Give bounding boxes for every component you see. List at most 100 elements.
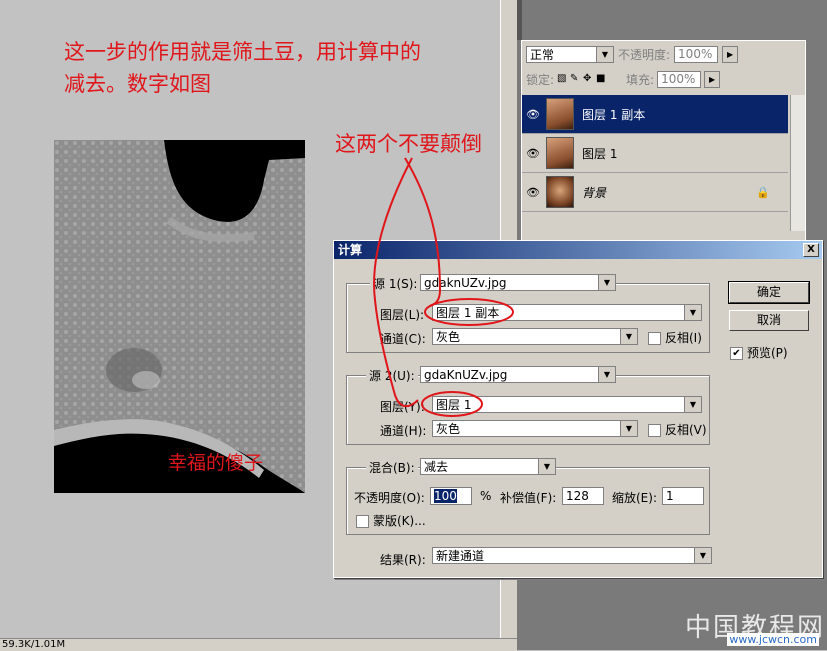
source2-layer-value: 图层 1 — [436, 398, 472, 412]
source1-layer-value: 图层 1 副本 — [436, 306, 500, 320]
layers-scrollbar[interactable] — [790, 95, 805, 231]
opacity-label: 不透明度: — [618, 47, 671, 62]
lock-pixels-icon[interactable]: ✎ — [570, 74, 580, 84]
blend-label: 混合(B): — [366, 459, 418, 476]
layer-name: 图层 1 — [582, 146, 618, 161]
scale-label: 缩放(E): — [612, 491, 657, 505]
instruction-line-2: 减去。数字如图 — [64, 72, 211, 96]
result-label: 结果(R): — [380, 553, 426, 567]
fill-label: 填充: — [626, 72, 655, 87]
layer-thumbnail — [546, 137, 574, 169]
status-bar: 59.3K/1.01M — [0, 638, 517, 651]
instruction-line-1: 这一步的作用就是筛土豆，用计算中的 — [64, 40, 421, 64]
checkbox-box — [648, 332, 661, 345]
source1-invert-checkbox[interactable]: 反相(I) — [648, 329, 702, 346]
fill-field[interactable]: 100% — [657, 70, 702, 88]
source2-layer-select[interactable]: 图层 1 ▼ — [432, 396, 702, 413]
scale-value: 1 — [666, 489, 674, 503]
eye-icon[interactable]: 👁 — [522, 186, 544, 199]
source1-channel-select[interactable]: 灰色 ▼ — [432, 328, 638, 345]
checkmark-icon: ✔ — [730, 347, 743, 360]
panel-divider — [517, 0, 522, 40]
lock-all-icon[interactable]: ■ — [596, 74, 606, 84]
chevron-down-icon: ▼ — [596, 46, 613, 62]
preview-checkbox[interactable]: ✔ 预览(P) — [730, 344, 788, 361]
blend-mode-value: 正常 — [530, 47, 555, 62]
source2-channel-label: 通道(H): — [380, 424, 427, 438]
source1-channel-value: 灰色 — [436, 330, 461, 344]
mask-label: 蒙版(K)... — [373, 514, 426, 528]
source2-file-value: gdaKnUZv.jpg — [424, 367, 508, 382]
watermark-url: www.jcwcn.com — [727, 633, 819, 646]
layer-list: 👁 图层 1 副本 👁 图层 1 👁 背景 🔒 — [522, 95, 788, 213]
close-button[interactable]: X — [803, 243, 819, 257]
source2-layer-label: 图层(Y): — [380, 400, 425, 414]
offset-input[interactable]: 128 — [562, 487, 604, 505]
checkbox-box — [356, 515, 369, 528]
scale-input[interactable]: 1 — [662, 487, 704, 505]
source1-channel-label: 通道(C): — [380, 332, 426, 346]
source1-layer-label: 图层(L): — [380, 308, 425, 322]
source2-channel-value: 灰色 — [436, 422, 461, 436]
layer-name: 背景 — [582, 185, 607, 200]
offset-value: 128 — [566, 489, 589, 503]
chevron-down-icon: ▼ — [684, 305, 701, 320]
result-value: 新建通道 — [436, 549, 485, 563]
layers-panel: 正常 ▼ 不透明度: 100% ▶ 锁定: ▧ ✎ ✥ ■ 填充: 100% ▶… — [521, 40, 806, 242]
lock-icon: 🔒 — [756, 185, 770, 199]
source1-label: 源 1(S): — [370, 275, 421, 292]
cancel-button[interactable]: 取消 — [729, 310, 809, 331]
layer-row[interactable]: 👁 背景 🔒 — [522, 173, 788, 212]
layer-name: 图层 1 副本 — [582, 107, 646, 122]
chevron-down-icon: ▼ — [684, 397, 701, 412]
percent-sign: % — [480, 489, 492, 503]
dialog-title: 计算 — [338, 243, 363, 257]
chevron-down-icon: ▼ — [538, 459, 555, 474]
blend-opacity-value: 100 — [434, 489, 457, 503]
layer-thumbnail — [546, 98, 574, 130]
warning-note: 这两个不要颠倒 — [335, 132, 482, 156]
chevron-down-icon: ▼ — [694, 548, 711, 563]
blend-mode-value: 减去 — [424, 460, 449, 474]
layer-opacity-field[interactable]: 100% — [674, 45, 719, 63]
lock-transparency-icon[interactable]: ▧ — [557, 74, 567, 84]
offset-label: 补偿值(F): — [500, 491, 557, 505]
result-select[interactable]: 新建通道 ▼ — [432, 547, 712, 564]
blend-opacity-input[interactable]: 100 — [430, 487, 472, 505]
instruction-note: 这一步的作用就是筛土豆，用计算中的 减去。数字如图 — [64, 36, 421, 100]
source2-file-select[interactable]: gdaKnUZv.jpg ▼ — [420, 366, 616, 383]
eye-icon[interactable]: 👁 — [522, 108, 544, 121]
checkbox-box — [648, 424, 661, 437]
layer-opacity-value: 100% — [678, 47, 713, 61]
chevron-down-icon: ▼ — [598, 367, 615, 382]
source1-file-select[interactable]: gdaknUZv.jpg ▼ — [420, 274, 616, 291]
mask-checkbox[interactable]: 蒙版(K)... — [356, 512, 426, 529]
chevron-down-icon: ▼ — [620, 329, 637, 344]
layer-row[interactable]: 👁 图层 1 副本 — [522, 95, 788, 134]
preview-label: 预览(P) — [747, 346, 788, 360]
blend-mode-select[interactable]: 减去 ▼ — [420, 458, 556, 475]
dialog-titlebar[interactable]: 计算 X — [334, 241, 822, 259]
layer-row[interactable]: 👁 图层 1 — [522, 134, 788, 173]
layer-thumbnail — [546, 176, 574, 208]
opacity-slider-button[interactable]: ▶ — [722, 45, 739, 63]
filtered-photo — [54, 140, 305, 493]
source1-invert-label: 反相(I) — [665, 331, 702, 345]
ok-button[interactable]: 确定 — [728, 281, 810, 304]
eye-icon[interactable]: 👁 — [522, 147, 544, 160]
source1-layer-select[interactable]: 图层 1 副本 ▼ — [432, 304, 702, 321]
source2-invert-checkbox[interactable]: 反相(V) — [648, 421, 707, 438]
fill-slider-button[interactable]: ▶ — [704, 70, 721, 88]
chevron-down-icon: ▼ — [598, 275, 615, 290]
source1-file-value: gdaknUZv.jpg — [424, 275, 507, 290]
lock-label: 锁定: — [526, 72, 555, 87]
source2-label: 源 2(U): — [366, 367, 418, 384]
source2-invert-label: 反相(V) — [665, 423, 707, 437]
lock-position-icon[interactable]: ✥ — [583, 74, 593, 84]
calculations-dialog: 计算 X 源 1(S): gdaknUZv.jpg ▼ 图层(L): 图层 1 副… — [333, 240, 823, 578]
blend-mode-select[interactable]: 正常 ▼ — [526, 45, 614, 63]
source2-channel-select[interactable]: 灰色 ▼ — [432, 420, 638, 437]
fill-value: 100% — [661, 72, 696, 86]
blend-opacity-label: 不透明度(O): — [354, 491, 425, 505]
chevron-down-icon: ▼ — [620, 421, 637, 436]
